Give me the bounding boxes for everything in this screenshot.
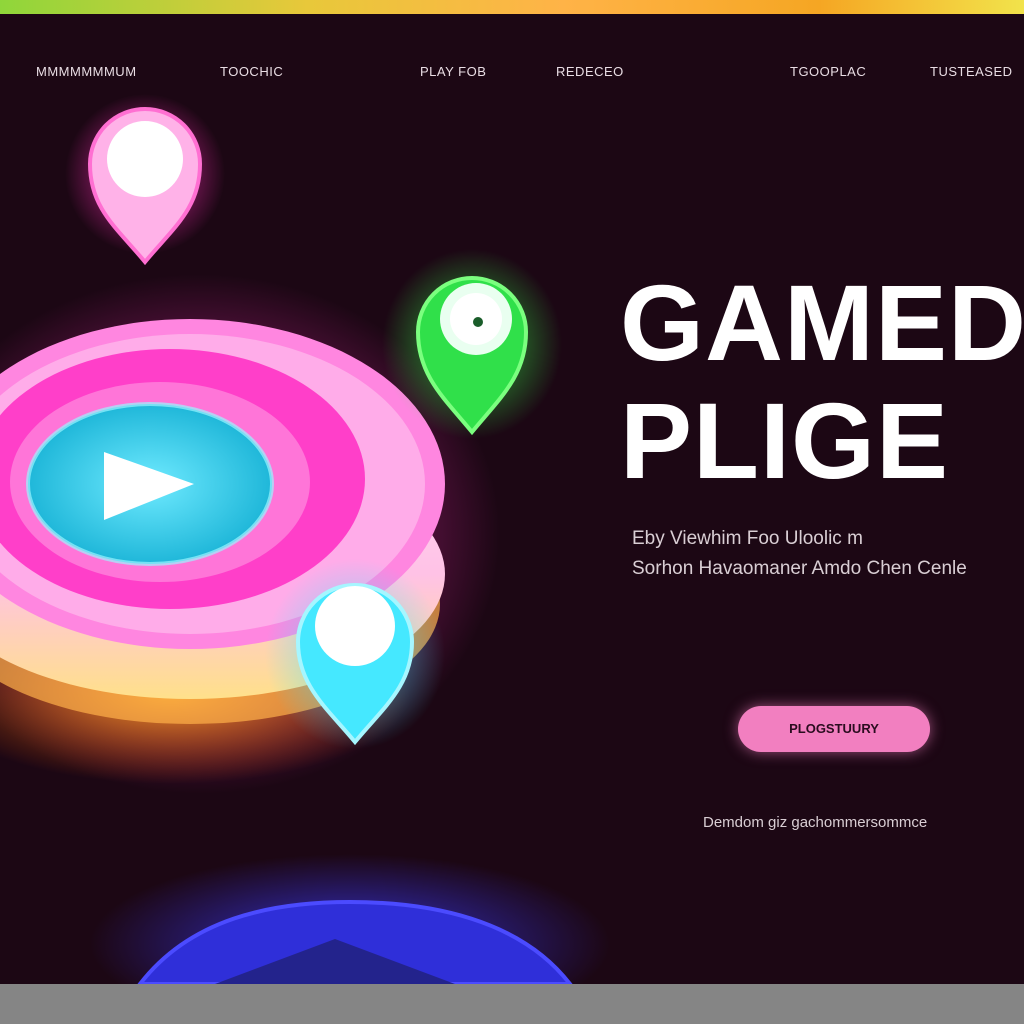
game-landing-page: MMMMMMMUM TOOCHIC PLAY FOB REDECEO TGOOP…	[0, 14, 1024, 984]
hero-subtitle: Eby Viewhim Foo Uloolic m Sorhon Havaoma…	[632, 524, 1024, 584]
location-pin-icon-cyan	[265, 559, 445, 749]
hero-title-line-1: GAMED	[620, 264, 1024, 383]
location-pin-icon-green	[382, 249, 562, 439]
location-pin-icon-pink	[65, 94, 225, 266]
hero-title: GAMED PLIGE	[620, 264, 1024, 500]
bottom-bar	[0, 984, 1024, 1024]
hero-footnote: Demdom giz gachommersommce	[703, 814, 928, 831]
hero-title-line-2: PLIGE	[620, 380, 950, 500]
hero-subtitle-line-1: Eby Viewhim Foo Uloolic m	[632, 528, 863, 549]
hero-subtitle-line-2: Sorhon Havaomaner Amdo Chen Cenle	[632, 558, 967, 579]
cta-button[interactable]: PLOGSTUURY	[738, 706, 930, 752]
